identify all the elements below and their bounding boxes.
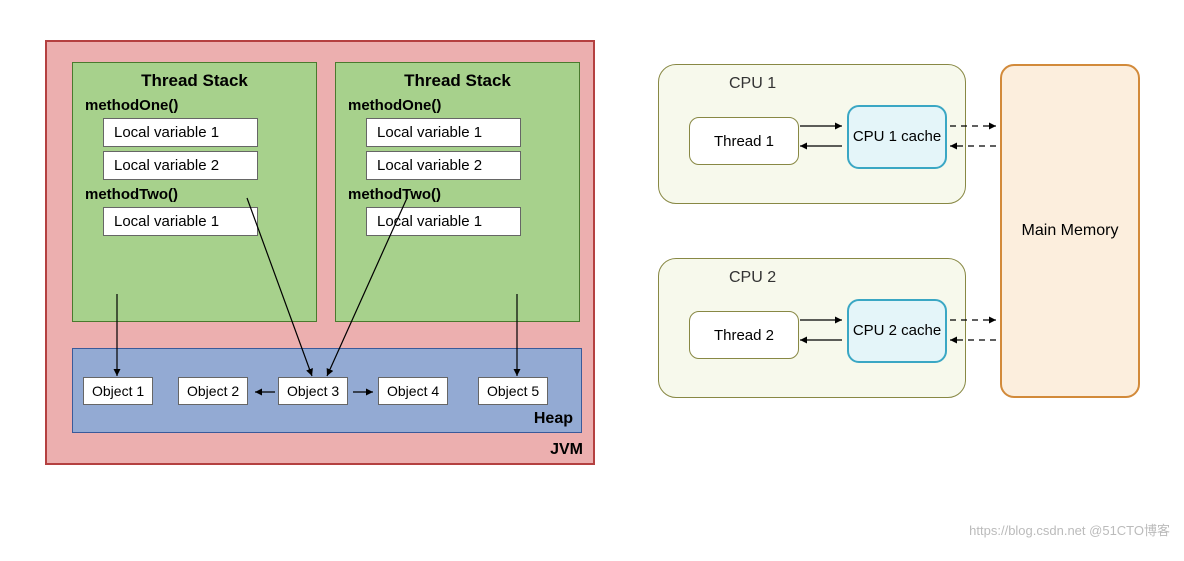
local-variable-box: Local variable 1 [103, 207, 258, 236]
cpu-block-2: CPU 2 Thread 2 CPU 2 cache [658, 258, 966, 398]
main-memory-box: Main Memory [1000, 64, 1140, 398]
cpu-title: CPU 1 [729, 75, 776, 93]
local-variable-box: Local variable 2 [366, 151, 521, 180]
method-label: methodTwo() [348, 186, 567, 203]
heap-container: Heap Object 1 Object 2 Object 3 Object 4… [72, 348, 582, 433]
jvm-label: JVM [550, 441, 583, 459]
jvm-container: JVM Thread Stack methodOne() Local varia… [45, 40, 595, 465]
cache-box: CPU 2 cache [847, 299, 947, 363]
thread-box: Thread 1 [689, 117, 799, 165]
heap-object: Object 5 [478, 377, 548, 405]
thread-box: Thread 2 [689, 311, 799, 359]
heap-object: Object 4 [378, 377, 448, 405]
method-label: methodOne() [85, 97, 304, 114]
local-variable-box: Local variable 2 [103, 151, 258, 180]
cpu-title: CPU 2 [729, 269, 776, 287]
watermark-text: https://blog.csdn.net @51CTO博客 [969, 520, 1170, 539]
heap-label: Heap [534, 410, 573, 428]
heap-object: Object 1 [83, 377, 153, 405]
cpu-block-1: CPU 1 Thread 1 CPU 1 cache [658, 64, 966, 204]
method-label: methodOne() [348, 97, 567, 114]
local-variable-box: Local variable 1 [366, 118, 521, 147]
heap-object: Object 2 [178, 377, 248, 405]
thread-stack-2: Thread Stack methodOne() Local variable … [335, 62, 580, 322]
local-variable-box: Local variable 1 [103, 118, 258, 147]
thread-stack-1: Thread Stack methodOne() Local variable … [72, 62, 317, 322]
thread-stack-title: Thread Stack [85, 71, 304, 91]
method-label: methodTwo() [85, 186, 304, 203]
cache-box: CPU 1 cache [847, 105, 947, 169]
local-variable-box: Local variable 1 [366, 207, 521, 236]
thread-stack-title: Thread Stack [348, 71, 567, 91]
heap-object: Object 3 [278, 377, 348, 405]
